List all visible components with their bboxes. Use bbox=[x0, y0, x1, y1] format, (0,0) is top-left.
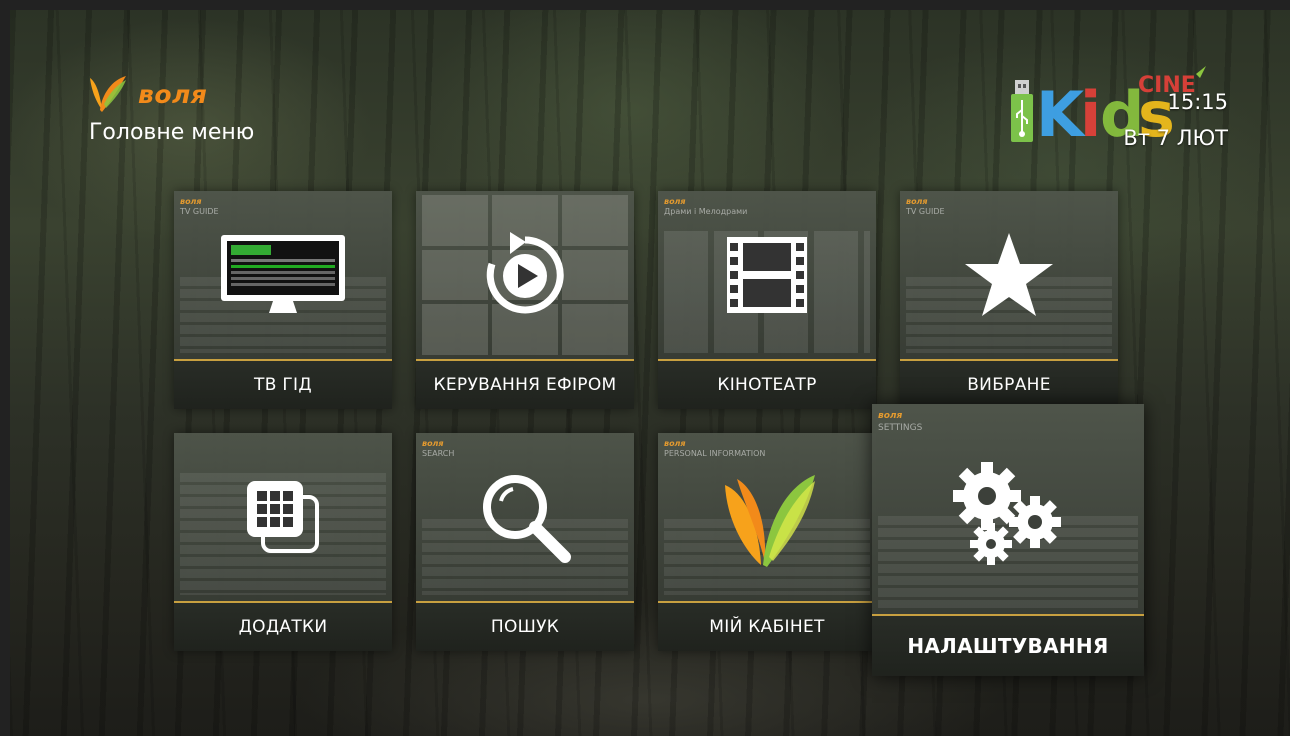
brand-logo: воля bbox=[86, 74, 207, 114]
tv-screen: воля Головне меню K i d s CINE 15:15 Вт … bbox=[10, 10, 1290, 736]
replay-play-icon bbox=[486, 232, 564, 314]
tile-playback-control[interactable]: КЕРУВАННЯ ЕФІРОМ bbox=[416, 191, 634, 409]
tile-label: ВИБРАНЕ bbox=[967, 375, 1051, 395]
tile-favorites[interactable]: воля TV GUIDE ВИБРАНЕ bbox=[900, 191, 1118, 409]
brand-name: воля bbox=[138, 79, 208, 109]
tile-label-bar: НАЛАШТУВАННЯ bbox=[872, 614, 1144, 676]
tile-cinema[interactable]: воля Драми і Мелодрами КІНОТЕАТР bbox=[658, 191, 876, 409]
tile-caption: воля TV GUIDE bbox=[906, 197, 945, 216]
apps-grid-icon bbox=[247, 481, 319, 553]
tile-label: ПОШУК bbox=[490, 617, 560, 637]
tile-settings[interactable]: воля SETTINGS НАЛАШТУВАННЯ bbox=[872, 404, 1144, 676]
volia-logo-icon bbox=[725, 475, 815, 567]
search-icon bbox=[483, 475, 571, 563]
tile-label-bar: ВИБРАНЕ bbox=[900, 359, 1118, 409]
tv-monitor-icon bbox=[221, 235, 345, 313]
tile-label-bar: МІЙ КАБІНЕТ bbox=[658, 601, 876, 651]
tile-apps[interactable]: ДОДАТКИ bbox=[174, 433, 392, 651]
tile-my-account[interactable]: воля PERSONAL INFORMATION МІЙ КАБІНЕТ bbox=[658, 433, 876, 651]
tile-caption: воля Драми і Мелодрами bbox=[664, 197, 748, 216]
tile-label-bar: ПОШУК bbox=[416, 601, 634, 651]
film-strip-icon bbox=[727, 237, 807, 313]
tile-label: МІЙ КАБІНЕТ bbox=[709, 617, 825, 637]
tile-label: ДОДАТКИ bbox=[238, 617, 328, 637]
tile-tv-guide[interactable]: воля TV GUIDE ТВ ГІД bbox=[174, 191, 392, 409]
clock: 15:15 Вт 7 ЛЮТ bbox=[1123, 84, 1228, 156]
gears-icon bbox=[953, 462, 1061, 565]
svg-text:i: i bbox=[1080, 78, 1101, 151]
tile-label-bar: КЕРУВАННЯ ЕФІРОМ bbox=[416, 359, 634, 409]
tile-label: НАЛАШТУВАННЯ bbox=[907, 634, 1109, 658]
tile-label-bar: ТВ ГІД bbox=[174, 359, 392, 409]
tile-caption: воля SEARCH bbox=[422, 439, 455, 458]
tile-label: КІНОТЕАТР bbox=[717, 375, 817, 395]
usb-icon bbox=[1011, 80, 1033, 142]
tile-caption: воля PERSONAL INFORMATION bbox=[664, 439, 766, 458]
tile-search[interactable]: воля SEARCH ПОШУК bbox=[416, 433, 634, 651]
svg-text:K: K bbox=[1036, 78, 1086, 151]
tile-label-bar: КІНОТЕАТР bbox=[658, 359, 876, 409]
time: 15:15 bbox=[1167, 90, 1228, 114]
volia-logo-icon bbox=[90, 76, 126, 112]
date: Вт 7 ЛЮТ bbox=[1123, 126, 1228, 150]
tile-caption: воля SETTINGS bbox=[878, 411, 923, 433]
star-icon bbox=[965, 233, 1053, 316]
tile-label-bar: ДОДАТКИ bbox=[174, 601, 392, 651]
page-title: Головне меню bbox=[89, 120, 255, 145]
tile-label: ТВ ГІД bbox=[254, 375, 312, 395]
tile-caption: воля TV GUIDE bbox=[180, 197, 219, 216]
tile-label: КЕРУВАННЯ ЕФІРОМ bbox=[433, 375, 617, 395]
